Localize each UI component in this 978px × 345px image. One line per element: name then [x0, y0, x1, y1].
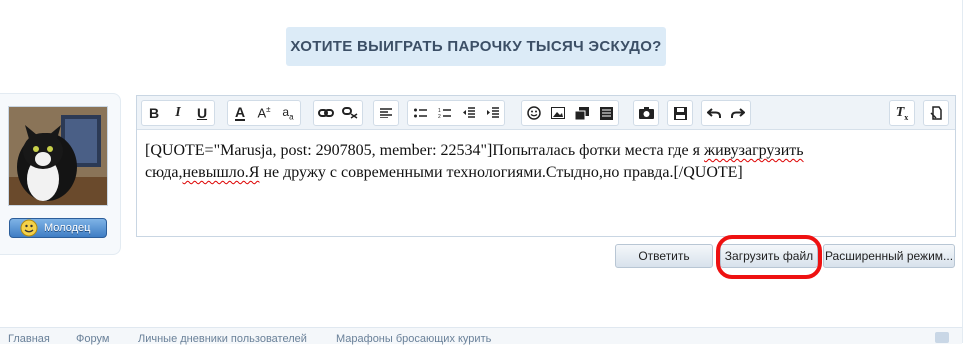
undo-icon[interactable]	[702, 101, 726, 125]
numbered-list-icon[interactable]: 12	[432, 101, 456, 125]
text-color-icon[interactable]: A	[228, 101, 252, 125]
breadcrumb-item-forum[interactable]: Форум	[76, 333, 109, 345]
misspelled-word: невышло.Я	[182, 164, 260, 181]
unlink-icon[interactable]	[338, 101, 362, 125]
align-icon[interactable]	[374, 101, 398, 125]
bullet-list-icon[interactable]	[408, 101, 432, 125]
image-icon[interactable]	[546, 101, 570, 125]
toolbar-group-camera	[633, 100, 659, 126]
jump-arrow-icon[interactable]	[935, 332, 949, 343]
message-editor[interactable]: B I U A A± aa 12 Tx [QUOTE="Marusja, pos…	[136, 95, 956, 237]
svg-text:2: 2	[438, 114, 441, 119]
toolbar-group-font: A A± aa	[227, 100, 301, 126]
editor-line-2-end: не дружу с современными технологиями.Сты…	[259, 164, 743, 181]
smiley-icon[interactable]	[522, 101, 546, 125]
bold-icon[interactable]: B	[142, 101, 166, 125]
toolbar-group-format: Tx	[889, 100, 915, 126]
link-icon[interactable]	[314, 101, 338, 125]
editor-toolbar: B I U A A± aa 12 Tx	[137, 96, 955, 130]
toolbar-group-draft	[667, 100, 693, 126]
redo-icon[interactable]	[726, 101, 750, 125]
camera-icon[interactable]	[634, 101, 658, 125]
toolbar-group-align	[373, 100, 399, 126]
avatar[interactable]	[8, 106, 108, 206]
toolbar-group-links	[313, 100, 363, 126]
breadcrumb-item-diaries[interactable]: Личные дневники пользователей	[138, 333, 307, 345]
editor-line-1-text: [QUOTE="Marusja, post: 2907805, member: …	[145, 142, 705, 159]
misspelled-word: живузагрузить	[704, 142, 804, 159]
mood-label: Молодец	[44, 222, 91, 234]
breadcrumb-item-home[interactable]: Главная	[8, 333, 50, 345]
editor-line-2: сюда,невышло.Я не дружу с современными т…	[145, 162, 947, 184]
toolbar-group-mode	[923, 100, 949, 126]
toolbar-group-history	[701, 100, 751, 126]
breadcrumb: Главная Форум Личные дневники пользовате…	[0, 327, 962, 345]
breadcrumb-item-marathons[interactable]: Марафоны бросающих курить	[336, 333, 491, 345]
mood-button[interactable]: Молодец	[9, 218, 107, 238]
editor-line-1: [QUOTE="Marusja, post: 2907805, member: …	[145, 140, 947, 162]
toolbar-group-text-style: B I U	[141, 100, 215, 126]
reply-button[interactable]: Ответить	[615, 244, 713, 268]
underline-icon[interactable]: U	[190, 101, 214, 125]
italic-icon[interactable]: I	[166, 101, 190, 125]
avatar-image	[9, 107, 107, 205]
editor-line-2-start: сюда,	[145, 164, 183, 181]
font-size-icon[interactable]: A±	[252, 101, 276, 125]
advanced-mode-button[interactable]: Расширенный режим...	[823, 244, 955, 268]
save-draft-icon[interactable]	[668, 101, 692, 125]
smiley-mood-icon	[20, 219, 38, 237]
red-annotation-circle	[716, 235, 822, 279]
promo-banner-text: ХОТИТЕ ВЫИГРАТЬ ПАРОЧКУ ТЫСЯЧ ЭСКУДО?	[290, 38, 662, 55]
toolbar-group-lists: 12	[407, 100, 505, 126]
advanced-mode-button-label: Расширенный режим...	[824, 249, 954, 263]
indent-icon[interactable]	[480, 101, 504, 125]
toggle-bbcode-icon[interactable]	[924, 101, 948, 125]
promo-banner[interactable]: ХОТИТЕ ВЫИГРАТЬ ПАРОЧКУ ТЫСЯЧ ЭСКУДО?	[286, 27, 666, 66]
page-right-border	[962, 0, 963, 343]
toolbar-group-insert	[521, 100, 619, 126]
clear-format-icon[interactable]: Tx	[890, 101, 914, 125]
font-family-icon[interactable]: aa	[276, 101, 300, 125]
media-icon[interactable]	[570, 101, 594, 125]
message-textarea[interactable]: [QUOTE="Marusja, post: 2907805, member: …	[137, 130, 955, 194]
reply-button-label: Ответить	[638, 249, 690, 263]
outdent-icon[interactable]	[456, 101, 480, 125]
quote-icon[interactable]	[594, 101, 618, 125]
